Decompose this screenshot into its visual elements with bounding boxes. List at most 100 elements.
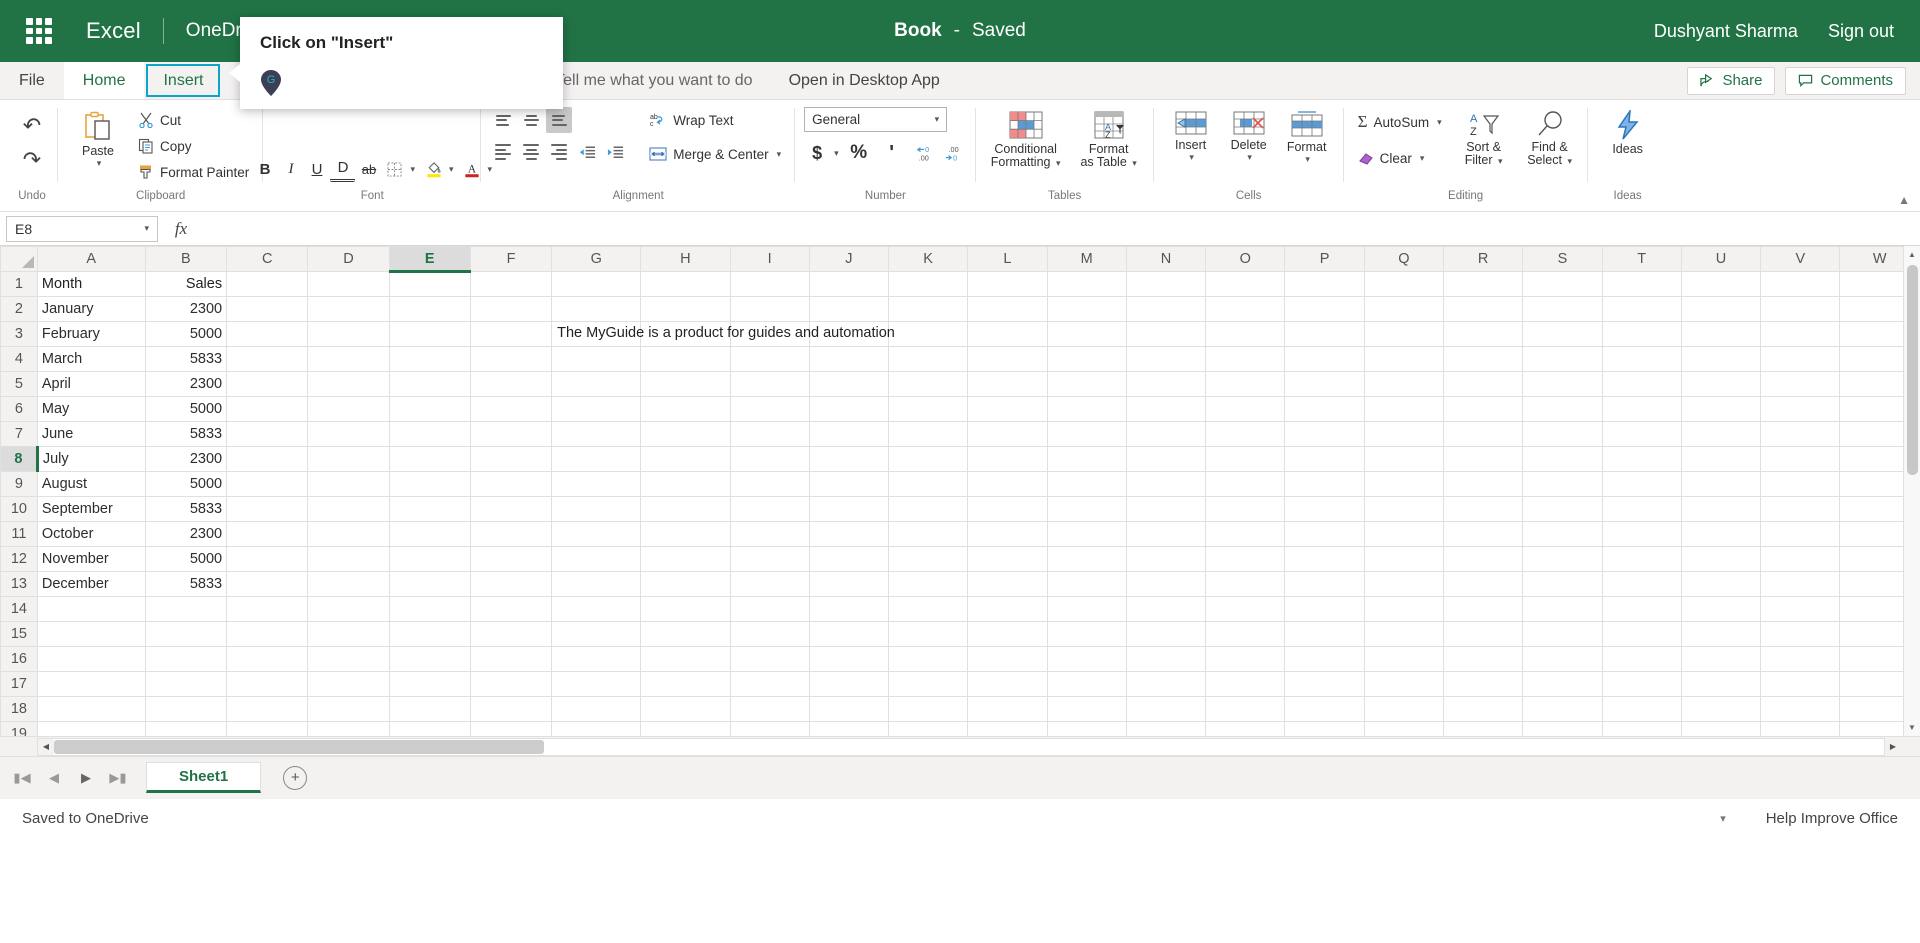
collapse-ribbon-chevron-up-icon[interactable]: ▲ xyxy=(1898,193,1910,207)
col-header-E[interactable]: E xyxy=(388,246,471,273)
cell-A5[interactable]: April xyxy=(36,371,146,397)
cell-S1[interactable] xyxy=(1522,271,1603,297)
cell-T1[interactable] xyxy=(1601,271,1682,297)
cell-K6[interactable] xyxy=(887,396,969,422)
cell-E11[interactable] xyxy=(388,521,471,547)
cell-Q1[interactable] xyxy=(1363,271,1445,297)
cell-P7[interactable] xyxy=(1284,421,1365,447)
cell-U5[interactable] xyxy=(1680,371,1762,397)
cell-R9[interactable] xyxy=(1442,471,1524,497)
double-underline-button[interactable]: D xyxy=(330,157,356,182)
cell-F6[interactable] xyxy=(469,396,553,422)
cell-G2[interactable] xyxy=(551,296,642,322)
cell-P15[interactable] xyxy=(1284,621,1365,647)
cell-I13[interactable] xyxy=(729,571,810,597)
cell-K11[interactable] xyxy=(887,521,969,547)
cell-P12[interactable] xyxy=(1284,546,1365,572)
sort-filter-button[interactable]: A Z Sort & Filter ▾ xyxy=(1455,107,1513,171)
scroll-down-arrow-icon[interactable]: ▼ xyxy=(1904,719,1920,736)
cell-E1[interactable] xyxy=(388,271,471,297)
undo-button[interactable]: ↶ xyxy=(15,111,49,141)
cell-I7[interactable] xyxy=(729,421,810,447)
col-header-Q[interactable]: Q xyxy=(1363,246,1445,272)
cell-H19[interactable] xyxy=(640,721,731,736)
cell-H9[interactable] xyxy=(640,471,731,497)
cell-H17[interactable] xyxy=(640,671,731,697)
cell-F16[interactable] xyxy=(469,646,553,672)
cell-K12[interactable] xyxy=(887,546,969,572)
copy-button[interactable]: Copy xyxy=(133,133,254,159)
cell-A14[interactable] xyxy=(36,596,146,622)
cell-N18[interactable] xyxy=(1125,696,1207,722)
insert-cells-button[interactable]: Insert ▾ xyxy=(1163,107,1219,166)
cell-J5[interactable] xyxy=(808,371,889,397)
cell-K5[interactable] xyxy=(887,371,969,397)
conditional-formatting-chevron-down-icon[interactable]: ▾ xyxy=(1056,158,1061,168)
cell-K10[interactable] xyxy=(887,496,969,522)
cell-D1[interactable] xyxy=(307,271,390,297)
cell-E9[interactable] xyxy=(388,471,471,497)
cell-G14[interactable] xyxy=(551,596,642,622)
cell-J4[interactable] xyxy=(808,346,889,372)
cell-K13[interactable] xyxy=(887,571,969,597)
cell-E3[interactable] xyxy=(388,321,471,347)
row-header-8[interactable]: 8 xyxy=(0,446,39,472)
cell-B15[interactable] xyxy=(144,621,228,647)
cell-V16[interactable] xyxy=(1760,646,1841,672)
cell-F2[interactable] xyxy=(469,296,553,322)
cell-S16[interactable] xyxy=(1522,646,1603,672)
cell-P10[interactable] xyxy=(1284,496,1365,522)
cell-G15[interactable] xyxy=(551,621,642,647)
cell-C3[interactable] xyxy=(226,321,309,347)
align-top-button[interactable] xyxy=(490,107,516,133)
cell-C18[interactable] xyxy=(226,696,309,722)
cell-S8[interactable] xyxy=(1522,446,1603,472)
cell-O2[interactable] xyxy=(1205,296,1286,322)
cell-F13[interactable] xyxy=(469,571,553,597)
cell-I8[interactable] xyxy=(729,446,810,472)
cell-V1[interactable] xyxy=(1760,271,1841,297)
cell-G4[interactable] xyxy=(551,346,642,372)
row-header-19[interactable]: 19 xyxy=(0,721,38,736)
cell-K3[interactable] xyxy=(887,321,969,347)
col-header-L[interactable]: L xyxy=(967,246,1048,272)
cell-L17[interactable] xyxy=(967,671,1048,697)
borders-chevron-down-icon[interactable]: ▾ xyxy=(410,164,415,175)
cell-L10[interactable] xyxy=(967,496,1048,522)
number-format-select[interactable]: General ▾ xyxy=(804,107,948,132)
align-middle-button[interactable] xyxy=(518,107,544,133)
cell-B19[interactable] xyxy=(144,721,228,736)
cell-D7[interactable] xyxy=(307,421,390,447)
cell-G9[interactable] xyxy=(551,471,642,497)
cell-L19[interactable] xyxy=(967,721,1048,736)
cell-N2[interactable] xyxy=(1125,296,1207,322)
cell-Q3[interactable] xyxy=(1363,321,1445,347)
cell-U3[interactable] xyxy=(1680,321,1762,347)
cell-J10[interactable] xyxy=(808,496,889,522)
cell-J18[interactable] xyxy=(808,696,889,722)
cell-D11[interactable] xyxy=(307,521,390,547)
cell-Q19[interactable] xyxy=(1363,721,1445,736)
cell-V15[interactable] xyxy=(1760,621,1841,647)
cell-B2[interactable]: 2300 xyxy=(144,296,228,322)
cell-E8[interactable] xyxy=(388,446,471,472)
formula-input[interactable] xyxy=(204,215,1914,242)
col-header-R[interactable]: R xyxy=(1442,246,1524,272)
cell-K19[interactable] xyxy=(887,721,969,736)
cell-J8[interactable] xyxy=(808,446,889,472)
cell-M6[interactable] xyxy=(1046,396,1127,422)
cell-C11[interactable] xyxy=(226,521,309,547)
cell-L8[interactable] xyxy=(967,446,1048,472)
cell-S18[interactable] xyxy=(1522,696,1603,722)
strikethrough-button[interactable]: ab xyxy=(356,157,381,182)
col-header-U[interactable]: U xyxy=(1680,246,1762,272)
cell-K15[interactable] xyxy=(887,621,969,647)
cell-H12[interactable] xyxy=(640,546,731,572)
cell-R18[interactable] xyxy=(1442,696,1524,722)
cell-B9[interactable]: 5000 xyxy=(144,471,228,497)
cell-B3[interactable]: 5000 xyxy=(144,321,228,347)
cell-A1[interactable]: Month xyxy=(36,271,146,297)
cell-S2[interactable] xyxy=(1522,296,1603,322)
cell-U2[interactable] xyxy=(1680,296,1762,322)
sign-out-link[interactable]: Sign out xyxy=(1828,21,1894,42)
